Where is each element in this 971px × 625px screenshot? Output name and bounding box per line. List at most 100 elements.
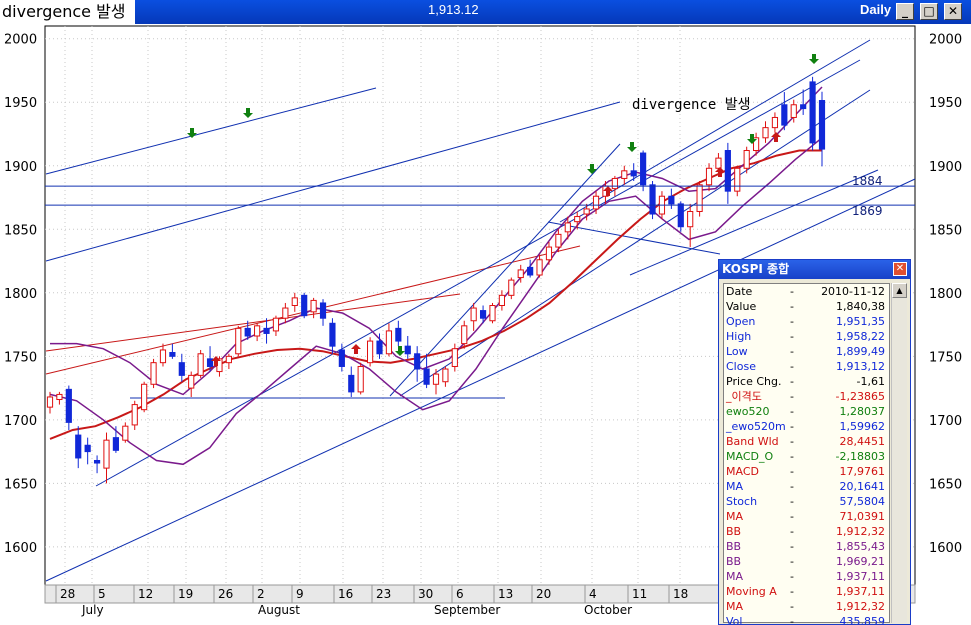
- data-window-value: -1,61: [856, 375, 885, 388]
- data-window-separator: -: [790, 600, 794, 613]
- candle-body: [771, 116, 779, 129]
- data-window-value: 1,951,35: [836, 315, 885, 328]
- candle-body: [150, 362, 157, 385]
- x-month-label: September: [434, 603, 500, 617]
- candle-body: [621, 170, 628, 179]
- data-window-value: 1,912,32: [836, 525, 885, 538]
- candle-body: [197, 353, 204, 376]
- candle-body: [84, 444, 91, 453]
- data-window-label: Vol: [726, 615, 743, 625]
- candle-body: [272, 317, 280, 332]
- data-window-row: MA - 71,0391: [724, 509, 889, 524]
- data-window-value: 1,937,11: [836, 570, 885, 583]
- candle-body: [734, 167, 741, 192]
- data-window-value: 1,913,12: [836, 360, 885, 373]
- data-window-value: 1,969,21: [836, 555, 885, 568]
- period-label[interactable]: Daily: [860, 0, 891, 20]
- data-window-row: _ewo520m - 1,59962: [724, 419, 889, 434]
- candle-body: [517, 269, 524, 279]
- candle-body: [93, 459, 101, 464]
- data-window-label: MA: [726, 600, 744, 613]
- candle-body: [385, 330, 393, 355]
- data-window-separator: -: [790, 555, 794, 568]
- window-title: divergence 발생: [0, 0, 135, 24]
- x-day-label: 12: [138, 587, 153, 601]
- candle-body: [583, 208, 590, 215]
- x-day-label: 11: [632, 587, 647, 601]
- data-window-row: MACD_O - -2,18803: [724, 449, 889, 464]
- data-window-row: MACD - 17,9761: [724, 464, 889, 479]
- candle-body: [461, 325, 468, 345]
- data-window-value: -1,23865: [835, 390, 885, 403]
- data-window-title[interactable]: KOSPI 종합 ✕: [719, 260, 910, 279]
- data-window-value: 1,855,43: [836, 540, 885, 553]
- data-window-row: Vol - 435,859: [724, 614, 889, 625]
- x-day-label: 23: [376, 587, 391, 601]
- y-tick-label-right: 1850: [929, 223, 962, 238]
- candle-body: [206, 358, 214, 367]
- candle-body: [715, 157, 722, 169]
- data-window-label: Moving A: [726, 585, 777, 598]
- candle-body: [263, 327, 270, 334]
- close-button[interactable]: ✕: [944, 3, 962, 20]
- candle-body: [668, 195, 675, 205]
- data-window-label: Stoch: [726, 495, 758, 508]
- data-window-value: 1,28037: [839, 405, 886, 418]
- data-window-label: MACD: [726, 465, 759, 478]
- y-tick-label: 1650: [4, 477, 37, 492]
- data-window-separator: -: [790, 540, 794, 553]
- candle-body: [545, 246, 553, 261]
- scroll-up-arrow-icon[interactable]: ▲: [892, 283, 907, 298]
- x-month-label: August: [258, 603, 300, 617]
- candle-body: [169, 352, 176, 357]
- candle-body: [527, 266, 534, 276]
- x-day-label: 16: [338, 587, 353, 601]
- data-window-close-button[interactable]: ✕: [893, 262, 907, 276]
- candle-body: [159, 349, 167, 364]
- minimize-button[interactable]: _: [896, 3, 914, 20]
- data-window-label: Price Chg.: [726, 375, 782, 388]
- data-window-row: Low - 1,899,49: [724, 344, 889, 359]
- data-window-row: MA - 1,912,32: [724, 599, 889, 614]
- candle-body: [498, 294, 505, 307]
- data-window-separator: -: [790, 360, 794, 373]
- data-window-value: 1,840,38: [836, 300, 885, 313]
- candle-body: [414, 353, 421, 370]
- candle-body: [367, 340, 374, 364]
- data-window-separator: -: [790, 465, 794, 478]
- candle-body: [564, 222, 571, 233]
- data-window-label: ewo520: [726, 405, 770, 418]
- data-window-list[interactable]: Date - 2010-11-12 Value - 1,840,38 Open - 1,951,…: [723, 283, 890, 625]
- y-axis-right: 2000 1950 1900 1850 1800 1750 1700 1650 1600: [929, 33, 962, 556]
- candle-body: [254, 325, 261, 337]
- candle-body: [592, 195, 600, 210]
- candle-body: [687, 210, 694, 228]
- candle-body: [103, 439, 110, 469]
- data-window-separator: -: [790, 285, 794, 298]
- x-day-label: 5: [98, 587, 106, 601]
- y-tick-label: 1600: [4, 541, 37, 556]
- candle-body: [141, 383, 148, 411]
- horizontal-scrollbar[interactable]: [910, 585, 971, 615]
- divergence-annotation: divergence 발생: [632, 97, 750, 113]
- data-window-row: Close - 1,913,12: [724, 359, 889, 374]
- x-day-label: 20: [536, 587, 551, 601]
- maximize-button[interactable]: □: [920, 3, 938, 20]
- data-window-label: Open: [726, 315, 756, 328]
- data-window-label: MA: [726, 570, 744, 583]
- data-window[interactable]: KOSPI 종합 ✕ Date - 2010-11-12 Value - 1,840,38…: [718, 259, 911, 625]
- data-window-label: MACD_O: [726, 450, 774, 463]
- candle-body: [131, 404, 138, 426]
- candle-body: [640, 152, 647, 186]
- title-bar: divergence 발생 1,913.12 Daily _ □ ✕: [0, 0, 971, 24]
- data-window-value: 17,9761: [839, 465, 886, 478]
- candle-body: [56, 393, 63, 401]
- candle-body: [122, 425, 129, 441]
- data-window-label: High: [726, 330, 752, 343]
- data-window-separator: -: [790, 480, 794, 493]
- data-window-label: Low: [726, 345, 748, 358]
- candle-body: [348, 374, 355, 393]
- data-window-scrollbar[interactable]: ▲: [891, 283, 907, 623]
- data-window-value: 1,59962: [839, 420, 886, 433]
- data-window-separator: -: [790, 390, 794, 403]
